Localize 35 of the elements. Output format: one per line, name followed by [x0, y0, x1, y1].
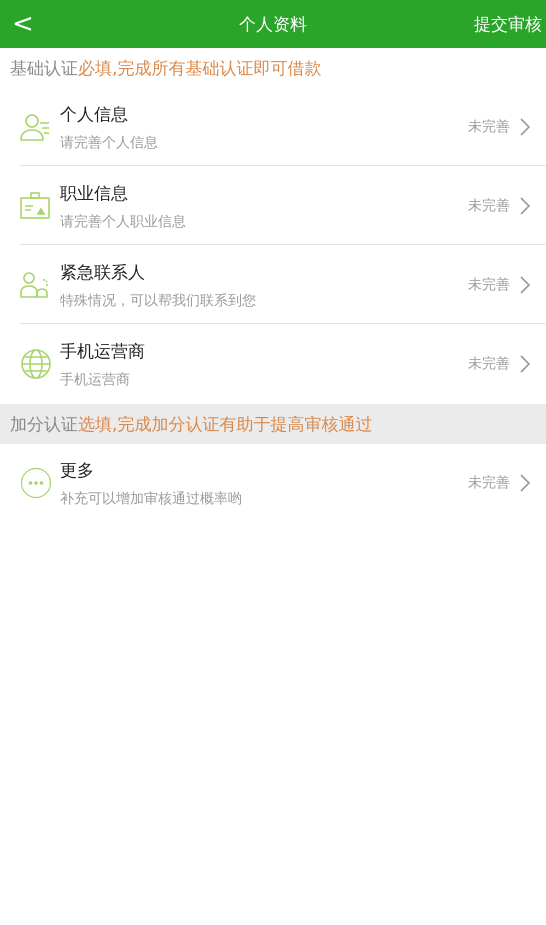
item-title: 个人信息	[60, 104, 129, 126]
item-title: 更多	[60, 460, 95, 482]
section-label: 基础认证	[10, 58, 78, 80]
contacts-icon	[20, 271, 50, 299]
list-item[interactable]: 个人信息 请完善个人信息 未完善	[0, 88, 546, 167]
item-status: 未完善	[468, 355, 510, 373]
chevron-icon	[520, 197, 530, 215]
list-item[interactable]: 更多 补充可以增加审核通过概率哟 未完善	[0, 444, 546, 523]
item-title: 紧急联系人	[60, 262, 146, 284]
list-item[interactable]: 手机运营商 手机运营商 未完善	[0, 325, 546, 404]
id-card-icon	[20, 192, 50, 220]
item-title: 职业信息	[60, 182, 129, 204]
section-note: 选填,完成加分认证有助于提高审核通过	[78, 414, 372, 436]
list-item[interactable]: 紧急联系人 特殊情况，可以帮我们联系到您 未完善	[0, 246, 546, 325]
chevron-icon	[520, 276, 530, 294]
chevron-icon	[520, 355, 530, 373]
section-label: 加分认证	[10, 414, 78, 436]
page-title: 个人资料	[238, 14, 308, 36]
item-title: 手机运营商	[60, 340, 146, 362]
section-note: 必填,完成所有基础认证即可借款	[78, 58, 322, 80]
globe-icon	[20, 348, 52, 380]
chevron-icon	[520, 118, 530, 136]
person-icon	[20, 112, 52, 142]
item-status: 未完善	[468, 276, 510, 294]
item-subtitle: 手机运营商	[60, 370, 131, 388]
item-status: 未完善	[468, 118, 510, 136]
item-status: 未完善	[468, 197, 510, 215]
item-subtitle: 特殊情况，可以帮我们联系到您	[60, 292, 257, 310]
item-subtitle: 请完善个人信息	[60, 134, 159, 152]
item-status: 未完善	[468, 474, 510, 492]
more-icon	[20, 467, 52, 499]
chevron-icon	[520, 474, 530, 492]
item-subtitle: 补充可以增加审核通过概率哟	[60, 490, 243, 508]
item-subtitle: 请完善个人职业信息	[60, 212, 187, 230]
list-item[interactable]: 职业信息 请完善个人职业信息 未完善	[0, 167, 546, 246]
